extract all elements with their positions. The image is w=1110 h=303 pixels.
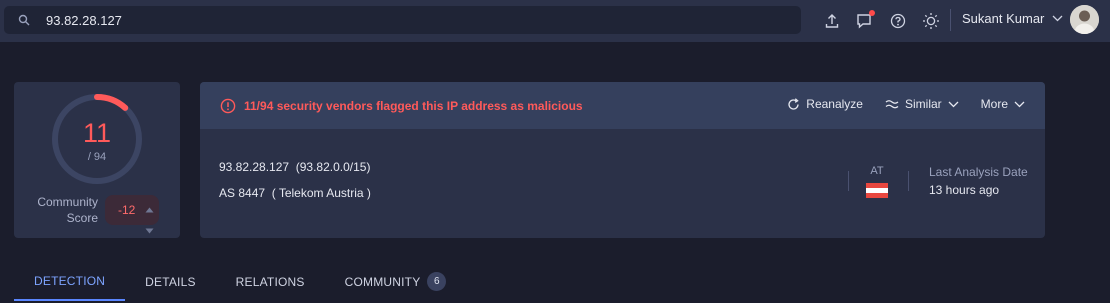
vote-up-icon[interactable] [145, 200, 154, 218]
help-icon[interactable] [886, 9, 910, 33]
report-tabs: DETECTION DETAILS RELATIONS COMMUNITY 6 [14, 262, 466, 303]
chevron-down-icon [1014, 101, 1025, 108]
notification-badge [869, 10, 875, 16]
tab-community[interactable]: COMMUNITY 6 [325, 262, 467, 301]
divider [950, 9, 951, 31]
asn-owner: ( Telekom Austria ) [271, 186, 371, 200]
user-menu[interactable]: Sukant Kumar [962, 11, 1063, 26]
user-name: Sukant Kumar [962, 11, 1045, 26]
more-button[interactable]: More [981, 97, 1025, 111]
avatar[interactable] [1070, 5, 1099, 34]
vote-down-icon[interactable] [145, 221, 154, 239]
country-code: AT [870, 165, 884, 177]
vendor-total: / 94 [87, 151, 107, 163]
detection-score-card: 11 / 94 Community Score -12 [14, 82, 180, 238]
alert-text: 11/94 security vendors flagged this IP a… [244, 98, 583, 113]
search-input[interactable] [46, 12, 746, 28]
community-score-stepper[interactable]: -12 [105, 195, 159, 234]
tab-details[interactable]: DETAILS [125, 262, 216, 301]
alert-icon [220, 98, 236, 114]
search-box[interactable] [4, 6, 801, 34]
divider [848, 171, 849, 191]
ip-summary-card: 11/94 security vendors flagged this IP a… [200, 82, 1045, 238]
austria-flag-icon [866, 183, 888, 198]
tab-relations[interactable]: RELATIONS [216, 262, 325, 301]
ip-address-line: 93.82.28.127 (93.82.0.0/15) [219, 160, 370, 174]
alert-banner: 11/94 security vendors flagged this IP a… [200, 82, 1045, 129]
last-analysis-label: Last Analysis Date [929, 165, 1028, 179]
community-score-label: Community Score [37, 195, 98, 225]
ip-network: (93.82.0.0/15) [295, 160, 371, 174]
refresh-icon [787, 97, 800, 111]
similar-button[interactable]: Similar [885, 97, 959, 111]
notifications-icon[interactable] [853, 9, 877, 33]
detection-count: 11 [82, 118, 112, 148]
reanalyze-button[interactable]: Reanalyze [787, 97, 863, 111]
top-bar: Sukant Kumar [0, 0, 1110, 42]
asn: AS 8447 [219, 186, 266, 200]
community-score-value: -12 [118, 203, 136, 217]
theme-toggle-icon[interactable] [919, 9, 943, 33]
chevron-down-icon [948, 101, 959, 108]
search-icon [18, 14, 30, 26]
upload-icon[interactable] [820, 9, 844, 33]
last-analysis-value: 13 hours ago [929, 183, 1000, 197]
asn-line: AS 8447 ( Telekom Austria ) [219, 186, 371, 200]
similar-icon [885, 99, 899, 109]
community-count-badge: 6 [427, 272, 447, 291]
divider [908, 171, 909, 191]
chevron-down-icon [1052, 15, 1063, 22]
tab-detection[interactable]: DETECTION [14, 262, 126, 301]
ip-address: 93.82.28.127 [219, 160, 290, 174]
